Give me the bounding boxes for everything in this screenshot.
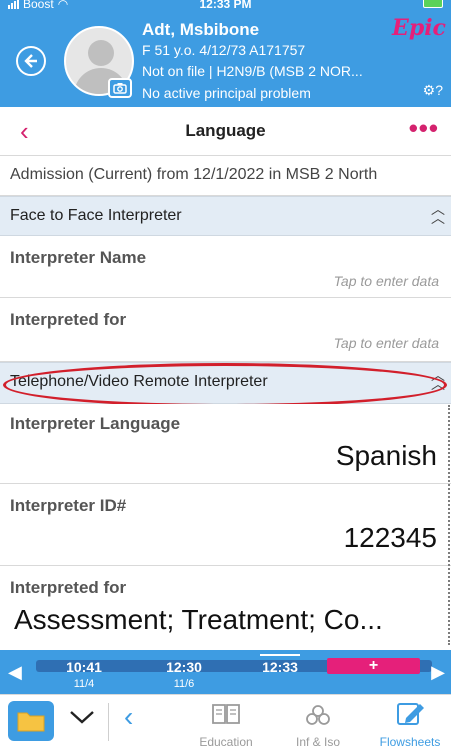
triangle-left-icon[interactable]: ◀ [8, 662, 22, 683]
field-interpreted-for[interactable]: Interpreted for Tap to enter data [0, 298, 451, 362]
clock: 12:33 PM [199, 0, 252, 11]
section-title: Face to Face Interpreter [10, 207, 182, 224]
field-interpreter-language[interactable]: Interpreter Language Spanish [0, 404, 451, 484]
tap-to-enter-hint: Tap to enter data [333, 335, 439, 351]
chevron-down-icon[interactable] [68, 707, 96, 732]
more-options-button[interactable]: ••• [409, 113, 439, 144]
tab-inf-iso[interactable]: Inf & Iso [278, 701, 358, 749]
field-value: Spanish [335, 440, 437, 471]
settings-lock-icon[interactable]: ⚙? [423, 82, 443, 99]
collapse-icon[interactable]: ︿ ︿ [431, 368, 445, 391]
tap-to-enter-hint: Tap to enter data [333, 273, 439, 289]
patient-coverage: Not on file | H2N9/B (MSB 2 NOR... [142, 63, 363, 79]
triangle-right-icon[interactable]: ▶ [431, 662, 445, 683]
timeline-date: 11/6 [173, 678, 195, 690]
timeline-time[interactable]: 12:30 [144, 659, 224, 675]
collapse-icon[interactable]: ︿ ︿ [431, 202, 445, 225]
chart-folder-button[interactable] [8, 701, 54, 741]
battery-icon [423, 0, 443, 8]
tab-education[interactable]: Education [186, 701, 266, 749]
field-interpreted-for[interactable]: Interpreted for Assessment; Treatment; C… [0, 566, 451, 650]
timeline-date: 11/4 [73, 678, 95, 690]
field-interpreter-id[interactable]: Interpreter ID# 122345 [0, 484, 451, 566]
book-icon [212, 704, 240, 724]
current-marker [260, 654, 300, 656]
patient-name[interactable]: Adt, Msbibone [142, 20, 259, 40]
section-telephone-video[interactable]: Telephone/Video Remote Interpreter ︿ ︿ [0, 362, 451, 404]
camera-icon [113, 83, 127, 94]
patient-demographics: F 51 y.o. 4/12/73 A171757 [142, 42, 306, 58]
status-bar: Boost ◠ 12:33 PM [0, 0, 451, 14]
back-button[interactable] [16, 46, 46, 76]
camera-button[interactable] [108, 78, 132, 98]
timeline-time[interactable]: 12:33 [240, 659, 320, 675]
timeline-bar: ◀ 10:41 11/4 12:30 11/6 12:33 + ▶ [0, 650, 451, 694]
add-column-button[interactable]: + [327, 658, 420, 674]
field-value: Assessment; Treatment; Co... [14, 604, 383, 635]
biohazard-icon [306, 705, 330, 725]
section-title: Telephone/Video Remote Interpreter [10, 373, 268, 390]
flowsheet-edit-icon [397, 703, 424, 725]
nav-bar: ‹ Language ••• [0, 107, 451, 156]
arrow-left-icon [24, 54, 37, 68]
patient-header: Boost ◠ 12:33 PM Adt, Msbibone F 51 y.o.… [0, 0, 451, 107]
epic-logo: Epic [392, 15, 446, 41]
admission-info: Admission (Current) from 12/1/2022 in MS… [0, 156, 451, 196]
timeline-time[interactable]: 10:41 [44, 659, 124, 675]
page-title: Language [185, 121, 266, 140]
folder-icon [17, 712, 45, 732]
principal-problem: No active principal problem [142, 85, 311, 101]
bottom-tab-bar: ‹ Education Inf & Iso Flowsheets [0, 694, 451, 749]
chevron-left-icon[interactable]: ‹ [124, 701, 133, 733]
field-interpreter-name[interactable]: Interpreter Name Tap to enter data [0, 236, 451, 298]
field-value: 122345 [343, 522, 437, 553]
divider [448, 405, 450, 645]
tab-flowsheets[interactable]: Flowsheets [370, 701, 450, 749]
section-face-to-face[interactable]: Face to Face Interpreter ︿ ︿ [0, 196, 451, 236]
